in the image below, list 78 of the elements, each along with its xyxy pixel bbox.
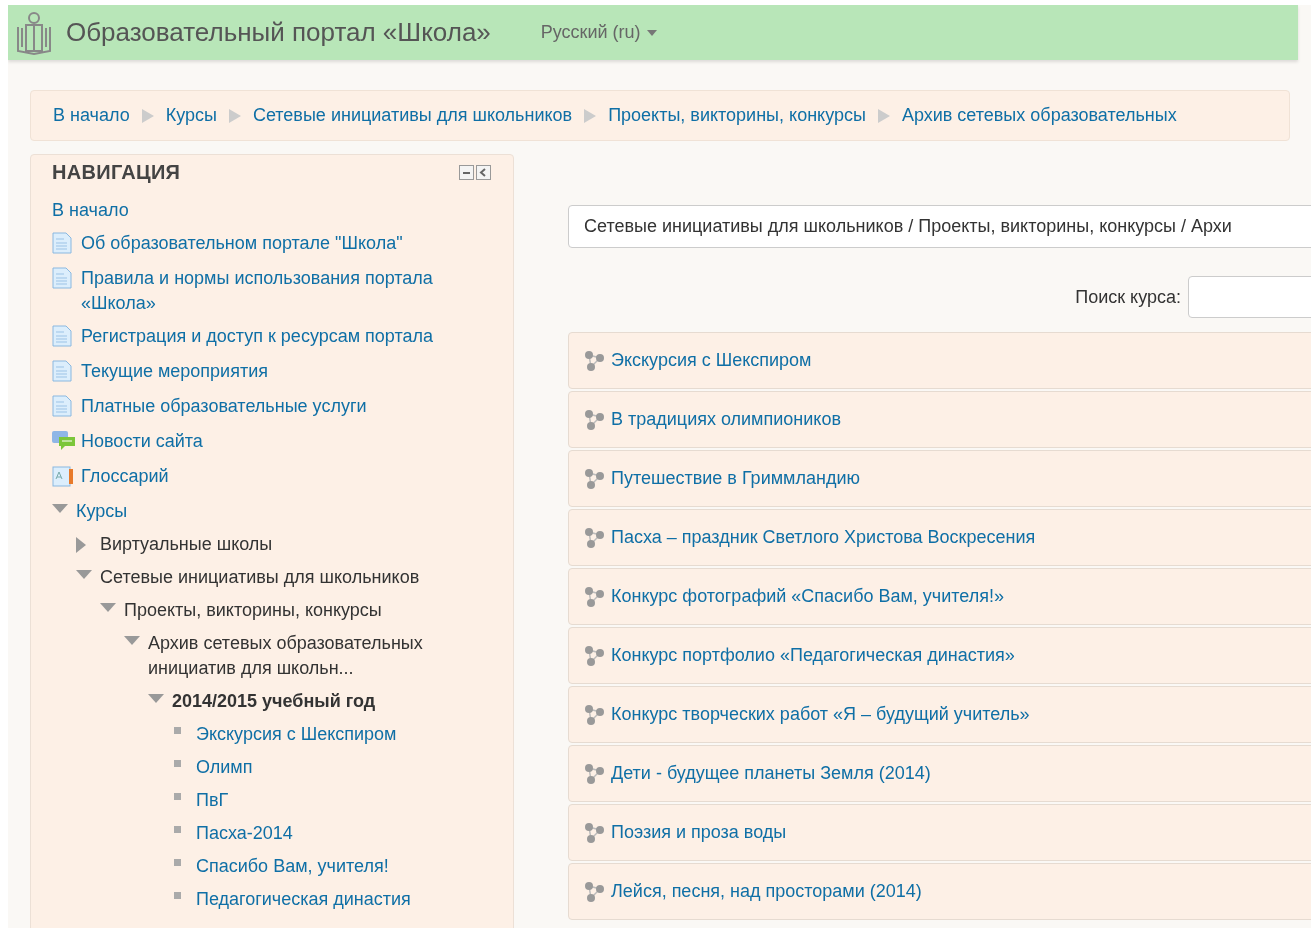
category-link[interactable]: Архив сетевых образовательных инициатив для школьн...: [148, 631, 493, 681]
dock-icon[interactable]: [476, 165, 491, 180]
separator-icon: [141, 108, 154, 123]
bullet-icon: [174, 826, 181, 833]
nav-link[interactable]: Курсы: [76, 499, 128, 524]
bullet-icon: [174, 892, 181, 899]
caret-down-icon: [646, 29, 657, 36]
caret-down-icon[interactable]: [76, 570, 92, 579]
nav-link[interactable]: Новости сайта: [81, 429, 203, 454]
course-link[interactable]: Дети - будущее планеты Земля (2014): [611, 763, 931, 784]
course-link[interactable]: Лейся, песня, над просторами (2014): [611, 881, 922, 902]
nav-link[interactable]: Платные образовательные услуги: [81, 394, 367, 419]
course-icon: [583, 526, 605, 549]
nav-link[interactable]: Экскурсия с Шекспиром: [196, 722, 397, 747]
course-link[interactable]: Экскурсия с Шекспиром: [611, 350, 812, 371]
separator-icon: [228, 108, 241, 123]
search-field[interactable]: [1188, 276, 1311, 318]
course-icon: [583, 644, 605, 667]
caret-down-icon[interactable]: [52, 504, 68, 513]
course-link[interactable]: Путешествие в Гриммландию: [611, 468, 860, 489]
category-link[interactable]: 2014/2015 учебный год: [172, 689, 376, 714]
document-icon: [52, 267, 72, 289]
course-icon: [583, 880, 605, 903]
category-link[interactable]: Проекты, викторины, конкурсы: [124, 598, 382, 623]
nav-link[interactable]: Пасха-2014: [196, 821, 293, 846]
course-link[interactable]: Конкурс фотографий «Спасибо Вам, учителя!»: [611, 586, 1004, 607]
category-link[interactable]: Виртуальные школы: [100, 532, 273, 557]
bullet-icon: [174, 859, 181, 866]
bullet-icon: [174, 793, 181, 800]
course-icon: [583, 762, 605, 785]
breadcrumb-link[interactable]: Архив сетевых образовательных: [901, 105, 1177, 126]
category-select[interactable]: Сетевые инициативы для школьников / Проекты, викторины, конкурсы / Архи: [568, 205, 1311, 248]
logo-icon: [16, 10, 52, 55]
nav-link[interactable]: Регистрация и доступ к ресурсам портала: [81, 324, 434, 349]
category-link[interactable]: Сетевые инициативы для школьников: [100, 565, 420, 590]
document-icon: [52, 360, 72, 382]
course-link[interactable]: Конкурс творческих работ «Я – будущий учитель»: [611, 704, 1030, 725]
course-icon: [583, 703, 605, 726]
separator-icon: [584, 108, 597, 123]
nav-link[interactable]: В начало: [52, 198, 129, 223]
search-label: Поиск курса:: [1075, 286, 1181, 308]
site-title[interactable]: Образовательный портал «Школа»: [66, 17, 491, 48]
glossary-icon: [52, 465, 74, 487]
language-menu[interactable]: Русский (ru): [540, 22, 657, 43]
nav-link[interactable]: Педагогическая династия: [196, 887, 411, 912]
course-icon: [583, 349, 605, 372]
document-icon: [52, 325, 72, 347]
chat-icon: [52, 430, 76, 452]
caret-down-icon[interactable]: [148, 694, 164, 703]
course-icon: [583, 585, 605, 608]
course-icon: [583, 467, 605, 490]
separator-icon: [877, 108, 890, 123]
document-icon: [52, 395, 72, 417]
nav-link[interactable]: Об образовательном портале "Школа": [81, 231, 403, 256]
caret-right-icon[interactable]: [76, 537, 86, 553]
collapse-icon[interactable]: [459, 165, 474, 180]
caret-down-icon[interactable]: [100, 603, 116, 612]
course-link[interactable]: В традициях олимпиоников: [611, 409, 841, 430]
course-link[interactable]: Поэзия и проза воды: [611, 822, 787, 843]
course-icon: [583, 408, 605, 431]
caret-down-icon[interactable]: [124, 636, 140, 645]
nav-link[interactable]: Правила и нормы использования портала «Школа»: [81, 266, 493, 316]
breadcrumb-link[interactable]: Сетевые инициативы для школьников: [252, 105, 573, 126]
breadcrumb-link[interactable]: Курсы: [165, 105, 217, 126]
block-title: НАВИГАЦИЯ: [52, 161, 181, 184]
course-link[interactable]: Пасха – праздник Светлого Христова Воскресения: [611, 527, 1036, 548]
bullet-icon: [174, 727, 181, 734]
bullet-icon: [174, 760, 181, 767]
nav-link[interactable]: Спасибо Вам, учителя!: [196, 854, 389, 879]
course-link[interactable]: Конкурс портфолио «Педагогическая династия»: [611, 645, 1015, 666]
nav-link[interactable]: Олимп: [196, 755, 253, 780]
nav-link[interactable]: Глоссарий: [81, 464, 169, 489]
document-icon: [52, 232, 72, 254]
course-icon: [583, 821, 605, 844]
breadcrumb-link[interactable]: В начало: [53, 105, 130, 126]
breadcrumb-link[interactable]: Проекты, викторины, конкурсы: [608, 105, 866, 126]
nav-link[interactable]: Текущие мероприятия: [81, 359, 268, 384]
nav-link[interactable]: ПвГ: [196, 788, 229, 813]
